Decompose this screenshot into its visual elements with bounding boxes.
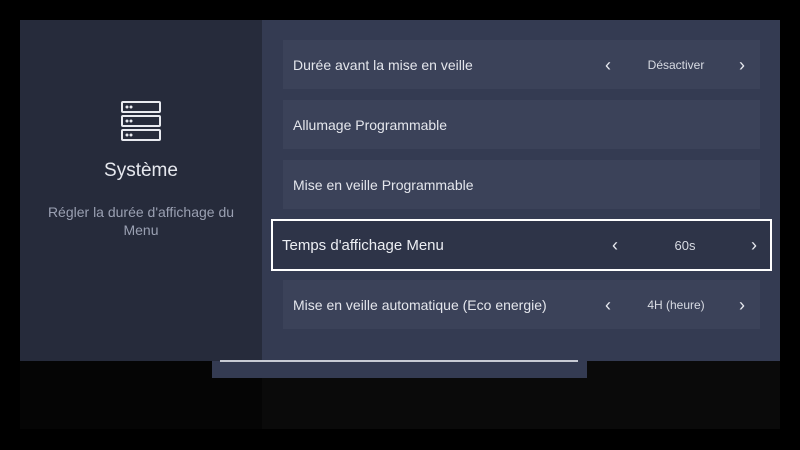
chevron-left-icon[interactable]: ‹ (601, 296, 615, 314)
setting-row-menu-display-time[interactable]: Temps d'affichage Menu ‹ 60s › (271, 219, 772, 271)
setting-label: Durée avant la mise en veille (293, 56, 473, 73)
setting-label: Allumage Programmable (293, 116, 448, 133)
overlay-line (220, 360, 578, 362)
chevron-right-icon[interactable]: › (735, 296, 749, 314)
setting-label: Temps d'affichage Menu (282, 236, 444, 254)
setting-label: Mise en veille Programmable (293, 176, 474, 193)
chevron-right-icon[interactable]: › (735, 56, 749, 74)
chevron-left-icon[interactable]: ‹ (601, 56, 615, 74)
overlay-bar (212, 361, 587, 378)
tv-settings-screen: Système Régler la durée d'affichage du M… (0, 0, 800, 450)
setting-row-scheduled-power-on[interactable]: Allumage Programmable (283, 100, 760, 149)
category-description: Régler la durée d'affichage du Menu (47, 204, 235, 238)
setting-row-eco-standby[interactable]: Mise en veille automatique (Eco energie)… (283, 280, 760, 329)
setting-row-scheduled-standby[interactable]: Mise en veille Programmable (283, 160, 760, 209)
chevron-left-icon[interactable]: ‹ (608, 236, 622, 254)
category-title: Système (104, 160, 178, 181)
setting-value: 60s (674, 237, 696, 253)
chevron-right-icon[interactable]: › (747, 236, 761, 254)
setting-value: Désactiver (647, 57, 705, 72)
setting-label: Mise en veille automatique (Eco energie) (293, 296, 547, 313)
setting-row-sleep-timer[interactable]: Durée avant la mise en veille ‹ Désactiv… (283, 40, 760, 89)
category-panel (20, 20, 262, 361)
server-icon (121, 101, 161, 141)
setting-value: 4H (heure) (647, 297, 705, 312)
